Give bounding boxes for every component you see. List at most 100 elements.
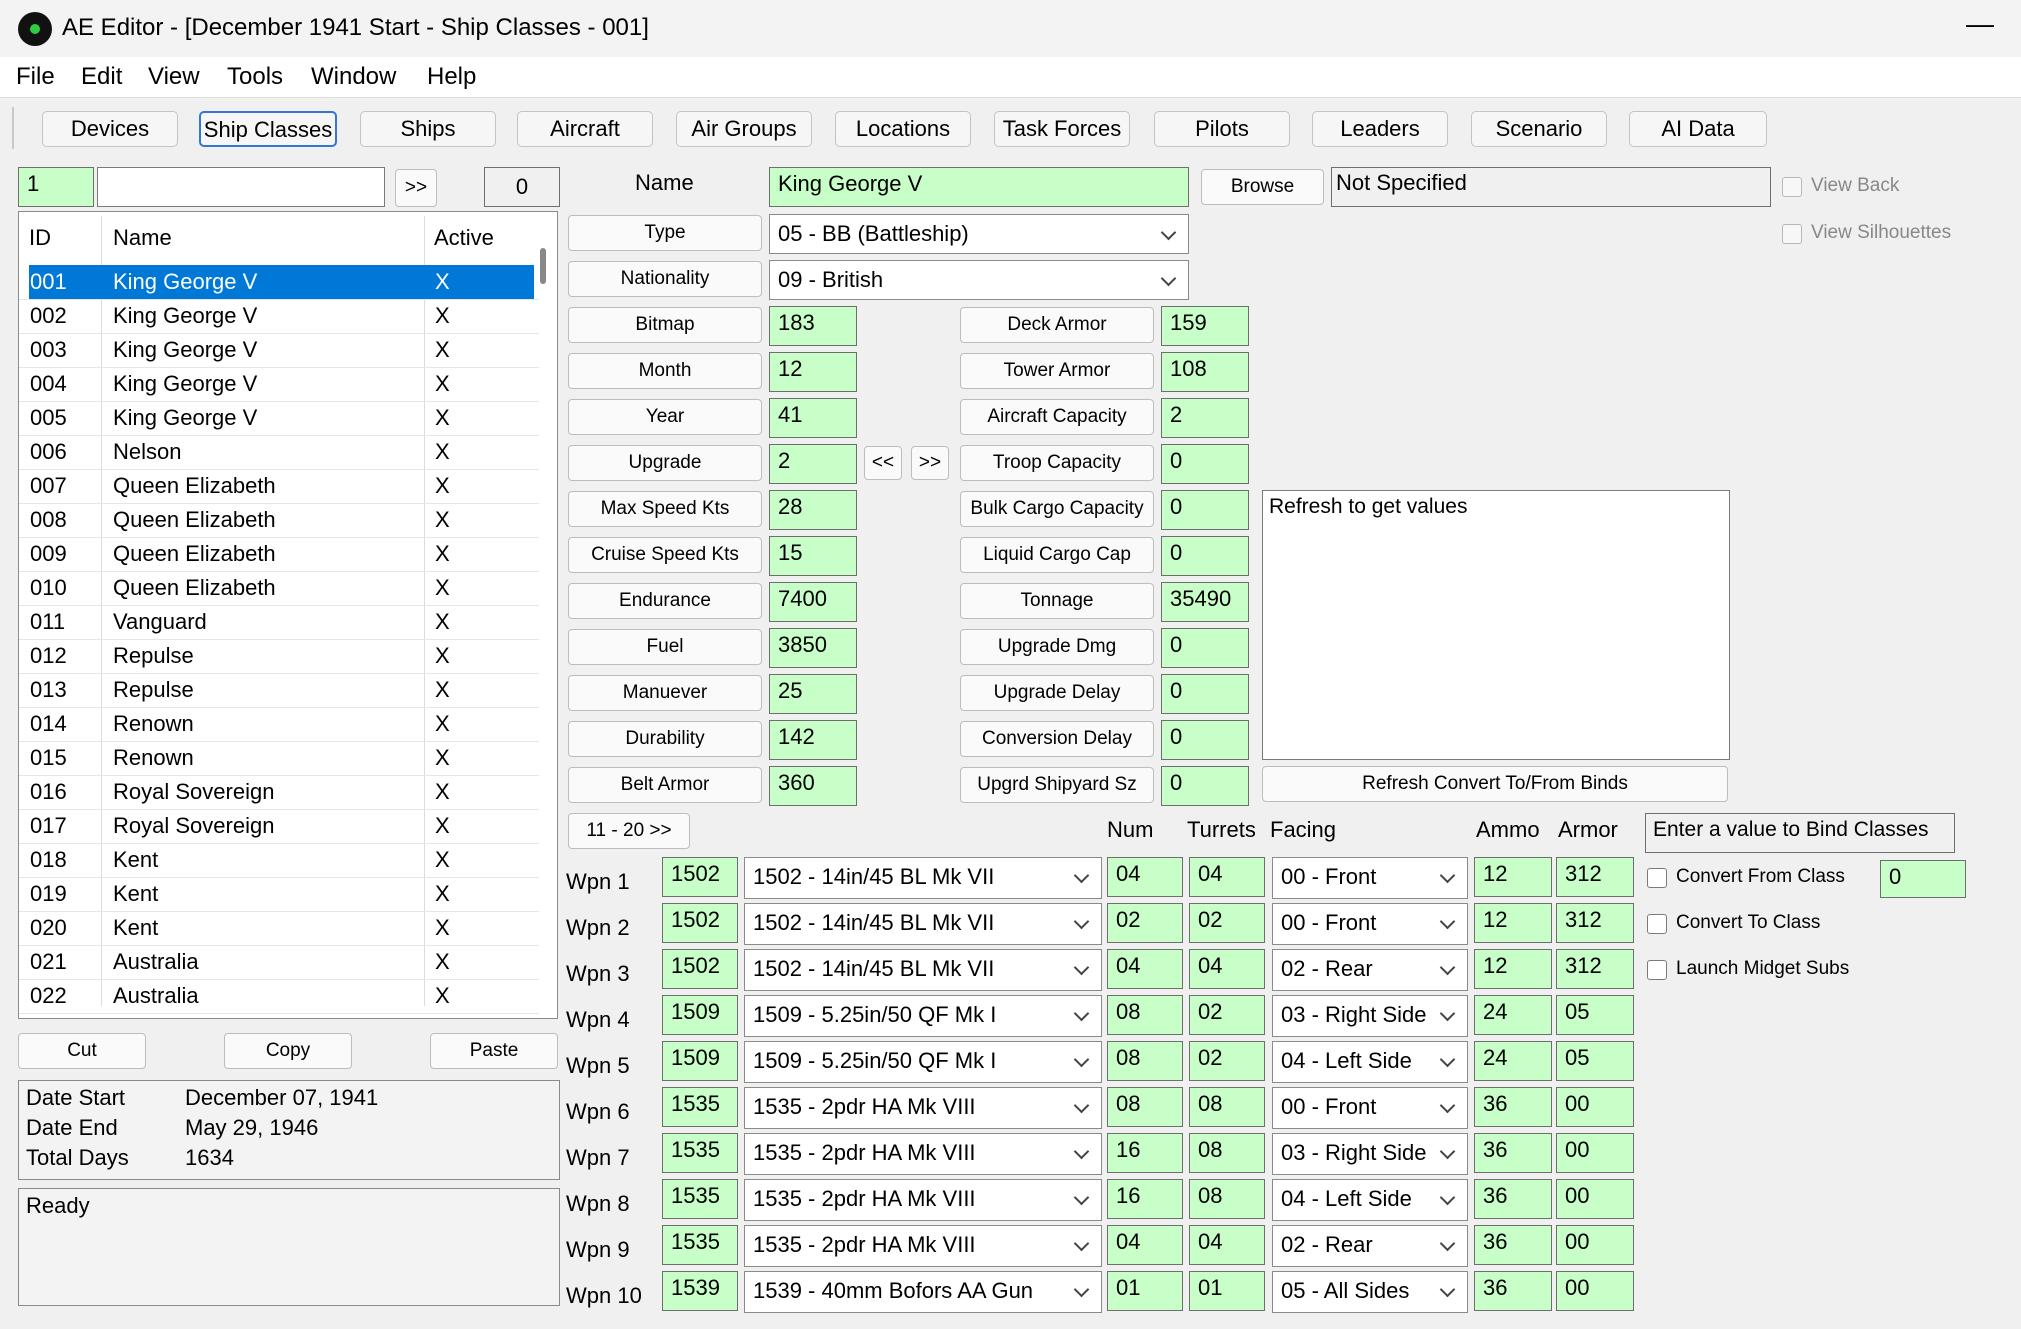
upgrade-delay-button[interactable]: Upgrade Delay bbox=[960, 675, 1154, 711]
upgrade-dmg-input[interactable]: 0 bbox=[1161, 628, 1249, 668]
durability-input[interactable]: 142 bbox=[769, 720, 857, 760]
upgrade-dmg-button[interactable]: Upgrade Dmg bbox=[960, 629, 1154, 665]
durability-button[interactable]: Durability bbox=[568, 721, 762, 757]
weapon-3-device-select[interactable]: 1502 - 14in/45 BL Mk VII bbox=[744, 949, 1102, 991]
tab-ships[interactable]: Ships bbox=[360, 111, 496, 147]
copy-button[interactable]: Copy bbox=[224, 1033, 352, 1069]
column-header-id[interactable]: ID bbox=[29, 225, 51, 251]
bind-values-memo[interactable]: Refresh to get values bbox=[1262, 490, 1730, 760]
tab-scenario[interactable]: Scenario bbox=[1471, 111, 1607, 147]
weapon-2-num-input[interactable]: 02 bbox=[1107, 903, 1183, 943]
weapon-7-device-select[interactable]: 1535 - 2pdr HA Mk VIII bbox=[744, 1133, 1102, 1175]
tab-aircraft[interactable]: Aircraft bbox=[517, 111, 653, 147]
table-row[interactable]: 019 Kent X bbox=[29, 877, 534, 911]
year-input[interactable]: 41 bbox=[769, 398, 857, 438]
max-speed-kts-button[interactable]: Max Speed Kts bbox=[568, 491, 762, 527]
type-button[interactable]: Type bbox=[568, 215, 762, 251]
weapon-6-armor-input[interactable]: 00 bbox=[1556, 1087, 1634, 1127]
table-row[interactable]: 003 King George V X bbox=[29, 333, 534, 367]
bitmap-button[interactable]: Bitmap bbox=[568, 307, 762, 343]
list-scrollbar-thumb[interactable] bbox=[540, 248, 546, 284]
tab-locations[interactable]: Locations bbox=[835, 111, 971, 147]
weapon-2-turrets-input[interactable]: 02 bbox=[1189, 903, 1265, 943]
weapon-9-turrets-input[interactable]: 04 bbox=[1189, 1225, 1265, 1265]
year-button[interactable]: Year bbox=[568, 399, 762, 435]
tower-armor-input[interactable]: 108 bbox=[1161, 352, 1249, 392]
weapon-1-id-input[interactable]: 1502 bbox=[662, 857, 738, 897]
weapon-8-num-input[interactable]: 16 bbox=[1107, 1179, 1183, 1219]
weapon-8-ammo-input[interactable]: 36 bbox=[1474, 1179, 1552, 1219]
tab-air-groups[interactable]: Air Groups bbox=[676, 111, 812, 147]
table-row[interactable]: 010 Queen Elizabeth X bbox=[29, 571, 534, 605]
manuever-input[interactable]: 25 bbox=[769, 674, 857, 714]
view-back-checkbox[interactable] bbox=[1782, 177, 1802, 197]
weapon-5-ammo-input[interactable]: 24 bbox=[1474, 1041, 1552, 1081]
upgrade-input[interactable]: 2 bbox=[769, 444, 857, 484]
upgrade-next-button[interactable]: >> bbox=[911, 446, 949, 480]
month-button[interactable]: Month bbox=[568, 353, 762, 389]
menu-tools[interactable]: Tools bbox=[227, 63, 283, 91]
weapon-6-id-input[interactable]: 1535 bbox=[662, 1087, 738, 1127]
liquid-cargo-cap-input[interactable]: 0 bbox=[1161, 536, 1249, 576]
weapons-page-button[interactable]: 11 - 20 >> bbox=[568, 813, 690, 849]
table-row[interactable]: 013 Repulse X bbox=[29, 673, 534, 707]
weapon-9-num-input[interactable]: 04 bbox=[1107, 1225, 1183, 1265]
tab-task-forces[interactable]: Task Forces bbox=[994, 111, 1130, 147]
weapon-5-facing-select[interactable]: 04 - Left Side bbox=[1272, 1041, 1468, 1083]
column-header-name[interactable]: Name bbox=[113, 225, 172, 251]
table-row[interactable]: 009 Queen Elizabeth X bbox=[29, 537, 534, 571]
table-row[interactable]: 011 Vanguard X bbox=[29, 605, 534, 639]
weapon-4-turrets-input[interactable]: 02 bbox=[1189, 995, 1265, 1035]
view-silhouettes-checkbox[interactable] bbox=[1782, 224, 1802, 244]
manuever-button[interactable]: Manuever bbox=[568, 675, 762, 711]
weapon-9-armor-input[interactable]: 00 bbox=[1556, 1225, 1634, 1265]
bulk-cargo-capacity-button[interactable]: Bulk Cargo Capacity bbox=[960, 491, 1154, 527]
weapon-7-turrets-input[interactable]: 08 bbox=[1189, 1133, 1265, 1173]
convert-from-checkbox[interactable] bbox=[1647, 868, 1667, 888]
table-row[interactable]: 006 Nelson X bbox=[29, 435, 534, 469]
weapon-6-turrets-input[interactable]: 08 bbox=[1189, 1087, 1265, 1127]
weapon-5-armor-input[interactable]: 05 bbox=[1556, 1041, 1634, 1081]
convert-from-input[interactable]: 0 bbox=[1880, 860, 1966, 898]
weapon-1-turrets-input[interactable]: 04 bbox=[1189, 857, 1265, 897]
weapon-9-ammo-input[interactable]: 36 bbox=[1474, 1225, 1552, 1265]
conversion-delay-input[interactable]: 0 bbox=[1161, 720, 1249, 760]
menu-window[interactable]: Window bbox=[311, 63, 396, 91]
table-row[interactable]: 015 Renown X bbox=[29, 741, 534, 775]
launch-midget-subs-checkbox[interactable] bbox=[1647, 960, 1667, 980]
weapon-10-armor-input[interactable]: 00 bbox=[1556, 1271, 1634, 1311]
upgrade-prev-button[interactable]: << bbox=[864, 446, 902, 480]
weapon-9-facing-select[interactable]: 02 - Rear bbox=[1272, 1225, 1468, 1267]
table-row[interactable]: 018 Kent X bbox=[29, 843, 534, 877]
tower-armor-button[interactable]: Tower Armor bbox=[960, 353, 1154, 389]
weapon-8-armor-input[interactable]: 00 bbox=[1556, 1179, 1634, 1219]
weapon-6-facing-select[interactable]: 00 - Front bbox=[1272, 1087, 1468, 1129]
aircraft-capacity-input[interactable]: 2 bbox=[1161, 398, 1249, 438]
ship-name-input[interactable]: King George V bbox=[769, 167, 1189, 207]
id-filter-input[interactable]: 1 bbox=[18, 167, 94, 207]
table-row[interactable]: 002 King George V X bbox=[29, 299, 534, 333]
weapon-1-armor-input[interactable]: 312 bbox=[1556, 857, 1634, 897]
table-row[interactable]: 022 Australia X bbox=[29, 979, 534, 1013]
weapon-10-facing-select[interactable]: 05 - All Sides bbox=[1272, 1271, 1468, 1313]
ship-class-list[interactable]: ID Name Active 001 King George V X 002 King … bbox=[18, 211, 558, 1019]
minimize-button[interactable]: — bbox=[1960, 8, 2000, 40]
table-row[interactable]: 017 Royal Sovereign X bbox=[29, 809, 534, 843]
weapon-2-device-select[interactable]: 1502 - 14in/45 BL Mk VII bbox=[744, 903, 1102, 945]
conversion-delay-button[interactable]: Conversion Delay bbox=[960, 721, 1154, 757]
weapon-4-armor-input[interactable]: 05 bbox=[1556, 995, 1634, 1035]
browse-button[interactable]: Browse bbox=[1201, 169, 1324, 205]
search-go-button[interactable]: >> bbox=[395, 169, 437, 207]
nationality-select[interactable]: 09 - British bbox=[769, 260, 1189, 300]
tonnage-button[interactable]: Tonnage bbox=[960, 583, 1154, 619]
weapon-2-ammo-input[interactable]: 12 bbox=[1474, 903, 1552, 943]
menu-help[interactable]: Help bbox=[427, 63, 476, 91]
weapon-1-ammo-input[interactable]: 12 bbox=[1474, 857, 1552, 897]
tab-ship-classes[interactable]: Ship Classes bbox=[199, 111, 337, 147]
aircraft-capacity-button[interactable]: Aircraft Capacity bbox=[960, 399, 1154, 435]
max-speed-kts-input[interactable]: 28 bbox=[769, 490, 857, 530]
weapon-4-ammo-input[interactable]: 24 bbox=[1474, 995, 1552, 1035]
weapon-6-num-input[interactable]: 08 bbox=[1107, 1087, 1183, 1127]
fuel-button[interactable]: Fuel bbox=[568, 629, 762, 665]
weapon-5-device-select[interactable]: 1509 - 5.25in/50 QF Mk I bbox=[744, 1041, 1102, 1083]
